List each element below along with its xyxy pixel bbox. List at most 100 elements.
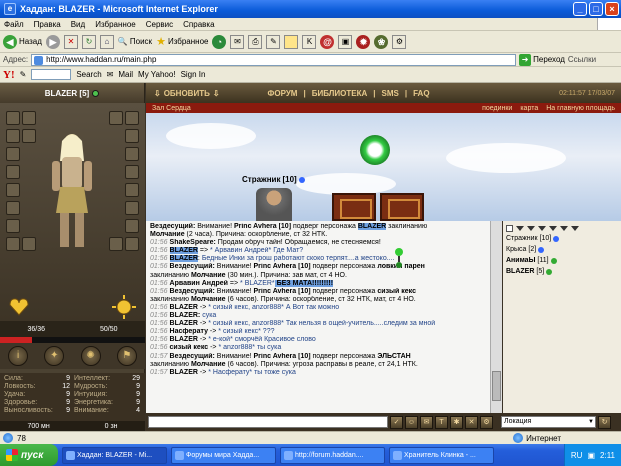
filter-checkbox[interactable] (506, 224, 513, 232)
location-link-duels[interactable]: поединки (482, 105, 512, 112)
player-name[interactable]: BLAZER (506, 266, 534, 277)
location-select[interactable]: Локация (501, 416, 596, 428)
messenger-button[interactable]: ▣ (338, 34, 353, 49)
back-button[interactable]: ◀ Назад (3, 34, 42, 49)
chat-scrollbar[interactable] (490, 221, 502, 413)
start-button[interactable]: пуск (0, 444, 58, 466)
sun-icon[interactable] (112, 295, 136, 319)
history-button[interactable]: ◔ (212, 34, 227, 49)
slot-ring[interactable] (6, 201, 20, 215)
slot-extra[interactable] (109, 111, 123, 125)
print-button[interactable]: ⎙ (248, 34, 263, 49)
chat-nick[interactable]: сизый кекс (170, 344, 209, 351)
refresh-game-button[interactable]: ⇩ ОБНОВИТЬ ⇩ (154, 89, 220, 98)
skills-button[interactable]: ✦ (44, 346, 65, 366)
chat-nick[interactable]: Арвавин Андрей (170, 280, 228, 287)
sort-icon[interactable] (571, 225, 579, 231)
yahoo-search-button[interactable]: Search (76, 70, 101, 79)
signin-button[interactable]: Sign In (181, 70, 206, 79)
player-row[interactable]: BLAZER [5] (506, 266, 618, 277)
location-link-map[interactable]: карта (520, 105, 538, 112)
settings-button[interactable]: ⚙ (480, 415, 493, 429)
chat-nick[interactable]: BLAZER (357, 223, 387, 230)
player-row[interactable]: АнимаЫ [11] (506, 255, 618, 266)
refresh-list-button[interactable]: ↻ (598, 415, 611, 429)
chat-time[interactable]: 01:56 (150, 255, 168, 262)
info-icon[interactable] (298, 176, 305, 183)
player-info-icon[interactable] (546, 268, 553, 275)
yahoo-logo[interactable]: Y! (3, 69, 15, 81)
chat-nick[interactable]: Princ Avhera [10] (254, 353, 311, 360)
clear-button[interactable]: ✕ (465, 415, 478, 429)
private-button[interactable]: ✉ (420, 415, 433, 429)
magic-button[interactable]: ✺ (80, 346, 101, 366)
sort-icon[interactable] (527, 225, 535, 231)
nav-sms[interactable]: SMS (382, 89, 399, 98)
chat-nick[interactable]: BLAZER (169, 255, 198, 263)
chat-time[interactable]: 01:57 (150, 369, 168, 376)
slot-shield[interactable] (125, 111, 139, 125)
heart-icon[interactable] (8, 297, 30, 317)
player-name[interactable]: Стражник (506, 233, 538, 244)
minimize-button[interactable]: _ (573, 2, 587, 16)
player-info-icon[interactable] (550, 257, 557, 264)
slot-bracer[interactable] (125, 129, 139, 143)
player-name[interactable]: Крыса (506, 244, 526, 255)
slot-cloak[interactable] (125, 201, 139, 215)
menu-edit[interactable]: Правка (34, 20, 61, 29)
player-info-icon[interactable] (538, 246, 545, 253)
slot-offhand[interactable] (125, 183, 139, 197)
slot-ring2[interactable] (125, 147, 139, 161)
slot-amulet[interactable] (22, 111, 36, 125)
sort-icon[interactable] (560, 225, 568, 231)
chat-nick[interactable]: Princ Avhera [10] (254, 288, 311, 295)
chat-time[interactable]: 01:56 (150, 304, 168, 311)
chat-input[interactable] (148, 416, 388, 428)
chat-nick[interactable]: Вездесущий: (170, 353, 217, 360)
info-button[interactable]: i (8, 346, 29, 366)
forward-button[interactable]: ▶ (45, 34, 60, 49)
pencil-icon[interactable]: ✎ (20, 70, 27, 79)
plugin-button[interactable]: ✹ (356, 34, 371, 49)
extra-button[interactable]: ❀ (374, 34, 389, 49)
close-button[interactable]: × (605, 2, 619, 16)
at-button[interactable]: @ (320, 34, 335, 49)
chat-nick[interactable]: БЕЗ МАТА!!!!!!!!! (274, 279, 334, 287)
taskbar-item[interactable]: Хранитель Клинка - ... (389, 446, 494, 464)
chat-nick[interactable]: ShakeSpeare: (170, 239, 218, 246)
slot-potion[interactable] (125, 237, 139, 251)
guard-npc[interactable] (256, 188, 292, 221)
address-input[interactable]: http://www.haddan.ru/main.php (31, 53, 517, 66)
yahoo-mail-button[interactable]: Mail (118, 70, 133, 79)
mail-button[interactable]: ✉ (230, 34, 245, 49)
chat-time[interactable]: 01:56 (150, 239, 168, 246)
taskbar-item[interactable]: Хаддан: BLAZER - Mi... (62, 446, 167, 464)
chat-time[interactable]: 01:56 (150, 288, 168, 295)
slot-necklace[interactable] (6, 129, 20, 143)
favorites-button[interactable]: ★ Избранное (156, 35, 208, 48)
slot-armor[interactable] (6, 165, 20, 179)
chat-nick[interactable]: сизый кекс (377, 288, 416, 295)
sort-icon[interactable] (516, 225, 524, 231)
chat-time[interactable]: 01:56 (150, 263, 168, 270)
chat-nick[interactable]: Молчание (150, 231, 185, 238)
filter-button[interactable]: ✱ (450, 415, 463, 429)
chat-time[interactable]: 01:56 (150, 280, 168, 287)
sort-icon[interactable] (538, 225, 546, 231)
taskbar-item[interactable]: Форумы мира Хадда... (171, 446, 276, 464)
chat-time[interactable]: 01:56 (150, 312, 168, 319)
menu-help[interactable]: Справка (183, 20, 214, 29)
chat-nick[interactable]: Вездесущий: (170, 288, 217, 295)
slot-gloves[interactable] (22, 237, 36, 251)
location-link-square[interactable]: На главную площадь (546, 105, 615, 112)
chat-nick[interactable]: ЭЛЬСТАН (377, 353, 410, 360)
slot-earring[interactable] (22, 129, 36, 143)
sort-icon[interactable] (549, 225, 557, 231)
player-name[interactable]: АнимаЫ (506, 255, 535, 266)
player-info-icon[interactable] (553, 235, 560, 242)
translit-button[interactable]: T (435, 415, 448, 429)
chat-time[interactable]: 01:56 (150, 328, 168, 335)
slot-belt[interactable] (6, 183, 20, 197)
chest-left[interactable] (332, 193, 376, 221)
chat-nick[interactable]: Вездесущий: (170, 263, 217, 270)
